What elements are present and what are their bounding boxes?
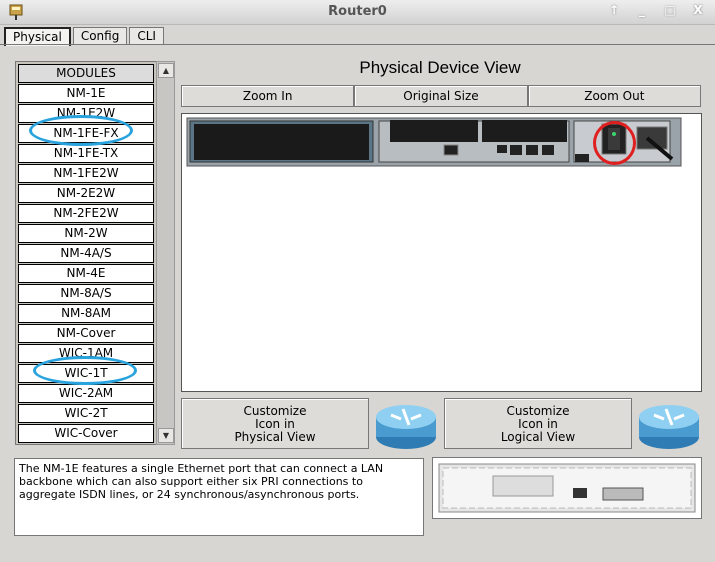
customize-physical-icon-button[interactable]: Customize Icon in Physical View [181,398,369,449]
original-size-button[interactable]: Original Size [354,85,528,107]
modules-header: MODULES [18,64,154,83]
modules-scrollbar[interactable]: ▲ ▼ [156,61,175,445]
zoom-in-button[interactable]: Zoom In [181,85,355,107]
module-item[interactable]: NM-4A/S [18,244,154,263]
tab-config[interactable]: Config [72,27,128,45]
module-thumbnail [432,457,702,519]
keep-on-top-button[interactable]: ↑ [607,3,621,17]
module-item[interactable]: NM-8AM [18,304,154,323]
customize-logical-label-3: Logical View [500,430,576,444]
physical-device-view-title: Physical Device View [359,58,521,77]
tab-cli[interactable]: CLI [129,27,164,45]
customize-physical-label-3: Physical View [234,430,316,444]
tab-divider [0,44,715,45]
zoom-toolbar: Zoom In Original Size Zoom Out [181,85,701,107]
module-item[interactable]: NM-1E [18,84,154,103]
module-item[interactable]: NM-2W [18,224,154,243]
highlight-circle-wic-1t [33,356,137,385]
zoom-out-button[interactable]: Zoom Out [527,85,701,107]
router-physical-icon [376,405,436,449]
highlight-circle-nm-1fe-fx [29,115,133,146]
module-item[interactable]: NM-4E [18,264,154,283]
module-item[interactable]: WIC-Cover [18,424,154,443]
minimize-button[interactable]: _ [635,3,649,17]
module-item[interactable]: NM-8A/S [18,284,154,303]
power-switch-highlight [593,121,636,165]
maximize-button[interactable]: □ [663,3,677,17]
customize-logical-icon-button[interactable]: Customize Icon in Logical View [444,398,632,449]
close-button[interactable]: X [691,3,705,17]
module-description: The NM-1E features a single Ethernet por… [14,458,424,536]
module-item[interactable]: NM-Cover [18,324,154,343]
module-item[interactable]: NM-1FE2W [18,164,154,183]
module-item[interactable]: NM-2FE2W [18,204,154,223]
title-bar: Router0 ↑ _ □ X [0,0,715,25]
module-item[interactable]: NM-2E2W [18,184,154,203]
module-item[interactable]: WIC-2T [18,404,154,423]
module-item[interactable]: NM-1FE-TX [18,144,154,163]
scroll-down-icon[interactable]: ▼ [158,428,174,443]
scroll-up-icon[interactable]: ▲ [158,63,174,78]
module-item[interactable]: WIC-2AM [18,384,154,403]
router-logical-icon [639,405,699,449]
